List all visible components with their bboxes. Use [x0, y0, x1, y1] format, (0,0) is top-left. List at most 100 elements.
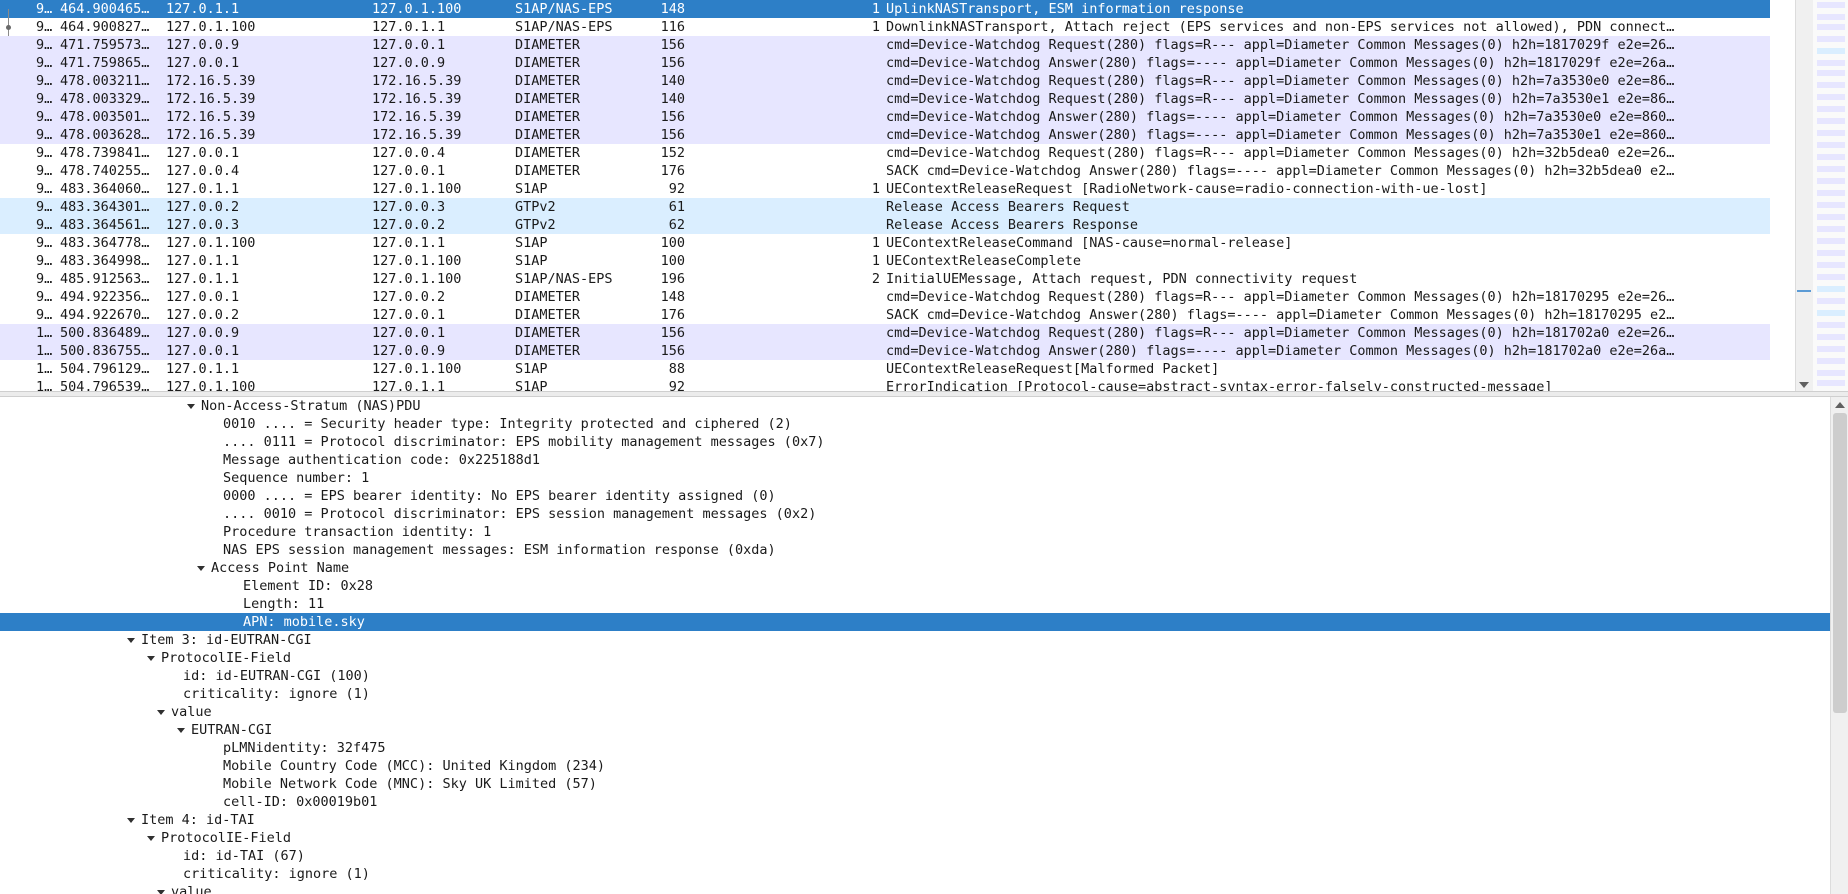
detail-row[interactable]: Access Point Name: [0, 559, 1830, 577]
detail-row[interactable]: id: id-EUTRAN-CGI (100): [0, 667, 1830, 685]
packet-cell-dst: 172.16.5.39: [372, 91, 462, 107]
packet-row[interactable]: 9… 494.922356… 127.0.0.1 127.0.0.2 DIAMETER 1…: [0, 288, 1770, 306]
packet-cell-proto: DIAMETER: [515, 37, 581, 53]
packet-row[interactable]: 9… 483.364778… 127.0.1.100 127.0.1.1 S1AP 100…: [0, 234, 1770, 252]
detail-row[interactable]: NAS EPS session management messages: ESM…: [0, 541, 1830, 559]
detail-row[interactable]: Message authentication code: 0x225188d1: [0, 451, 1830, 469]
packet-cell-no: 9…: [36, 1, 53, 17]
detail-row[interactable]: .... 0010 = Protocol discriminator: EPS …: [0, 505, 1830, 523]
packet-row[interactable]: 9… 483.364060… 127.0.1.1 127.0.1.100 S1AP 92 1…: [0, 180, 1770, 198]
packet-row[interactable]: 9… 483.364561… 127.0.0.3 127.0.0.2 GTPv2 62 Re…: [0, 216, 1770, 234]
packet-cell-no: 9…: [36, 253, 53, 269]
expand-arrow-icon[interactable]: [155, 703, 167, 721]
expand-arrow-icon[interactable]: [145, 829, 157, 847]
detail-field-text: pLMNidentity: 32f475: [223, 740, 386, 756]
detail-row[interactable]: Element ID: 0x28: [0, 577, 1830, 595]
detail-row[interactable]: Non-Access-Stratum (NAS)PDU: [0, 397, 1830, 415]
detail-row[interactable]: Item 4: id-TAI: [0, 811, 1830, 829]
detail-row[interactable]: .... 0111 = Protocol discriminator: EPS …: [0, 433, 1830, 451]
packet-row[interactable]: 9… 485.912563… 127.0.1.1 127.0.1.100 S1AP/NA…: [0, 270, 1770, 288]
packet-row[interactable]: 9… 478.739841… 127.0.0.1 127.0.0.4 DIAMETER 1…: [0, 144, 1770, 162]
packet-row[interactable]: 9… 483.364301… 127.0.0.2 127.0.0.3 GTPv2 61 Re…: [0, 198, 1770, 216]
packet-cell-time: 483.364778…: [60, 235, 150, 251]
detail-field-text: Element ID: 0x28: [243, 578, 374, 594]
packet-row[interactable]: 9… 478.003501… 172.16.5.39 172.16.5.39 DIAME…: [0, 108, 1770, 126]
expand-arrow-icon[interactable]: [175, 721, 187, 739]
packet-cell-src: 172.16.5.39: [166, 91, 256, 107]
packet-cell-src: 127.0.0.2: [166, 307, 240, 323]
expand-arrow-icon[interactable]: [155, 883, 167, 894]
detail-field-text: Access Point Name: [211, 560, 350, 576]
detail-row[interactable]: 0010 .... = Security header type: Integr…: [0, 415, 1830, 433]
scroll-down-arrow-icon[interactable]: [1799, 382, 1809, 388]
packet-cell-info: ErrorIndication [Protocol-cause=abstract…: [886, 379, 1553, 391]
packet-row[interactable]: 1… 500.836755… 127.0.0.1 127.0.0.9 DIAMETER 1…: [0, 342, 1770, 360]
detail-field-text: ProtocolIE-Field: [161, 650, 292, 666]
detail-row[interactable]: value: [0, 703, 1830, 721]
detail-row[interactable]: Sequence number: 1: [0, 469, 1830, 487]
expand-arrow-icon[interactable]: [185, 397, 197, 415]
scroll-up-arrow-icon[interactable]: [1835, 402, 1845, 408]
packet-row[interactable]: 9… 478.003329… 172.16.5.39 172.16.5.39 DIAME…: [0, 90, 1770, 108]
packet-cell-src: 127.0.1.100: [166, 19, 256, 35]
expand-arrow-icon[interactable]: [145, 649, 157, 667]
packet-row[interactable]: 9… 471.759865… 127.0.0.1 127.0.0.9 DIAMETER 1…: [0, 54, 1770, 72]
minimap-mark: [1817, 286, 1845, 292]
packet-cell-no: 9…: [36, 91, 53, 107]
packet-cell-len: 92: [668, 181, 685, 197]
detail-row[interactable]: Mobile Country Code (MCC): United Kingdo…: [0, 757, 1830, 775]
packet-row[interactable]: 9… 478.740255… 127.0.0.4 127.0.0.1 DIAMETER 1…: [0, 162, 1770, 180]
packet-row[interactable]: 1… 504.796129… 127.0.1.1 127.0.1.100 S1AP 88 U…: [0, 360, 1770, 378]
detail-row[interactable]: ProtocolIE-Field: [0, 829, 1830, 847]
detail-row[interactable]: 0000 .... = EPS bearer identity: No EPS …: [0, 487, 1830, 505]
expand-arrow-icon[interactable]: [125, 631, 137, 649]
detail-field-text: Item 4: id-TAI: [141, 812, 255, 828]
packet-row[interactable]: 9… 478.003211… 172.16.5.39 172.16.5.39 DIAME…: [0, 72, 1770, 90]
packet-cell-info: cmd=Device-Watchdog Request(280) flags=R…: [886, 37, 1675, 53]
packet-cell-no: 9…: [36, 73, 53, 89]
packet-list-minimap[interactable]: [1813, 0, 1848, 391]
packet-list-scrollbar[interactable]: [1795, 0, 1813, 391]
packet-cell-dst: 127.0.1.1: [372, 19, 446, 35]
detail-row[interactable]: cell-ID: 0x00019b01: [0, 793, 1830, 811]
packet-details-pane[interactable]: Non-Access-Stratum (NAS)PDU 0010 .... = S…: [0, 397, 1848, 894]
detail-row[interactable]: criticality: ignore (1): [0, 685, 1830, 703]
packet-cell-dst: 127.0.0.2: [372, 217, 446, 233]
packet-list-pane[interactable]: 9… 464.900465… 127.0.1.1 127.0.1.100 S1AP/NA…: [0, 0, 1848, 391]
packet-details-scroll-thumb[interactable]: [1833, 413, 1847, 713]
detail-row[interactable]: Procedure transaction identity: 1: [0, 523, 1830, 541]
packet-cell-dst: 127.0.1.100: [372, 361, 462, 377]
packet-cell-len: 148: [660, 1, 685, 17]
packet-row[interactable]: 9… 464.900827… 127.0.1.100 127.0.1.1 S1AP/NA…: [0, 18, 1770, 36]
packet-cell-dst: 127.0.0.2: [372, 289, 446, 305]
detail-row[interactable]: Mobile Network Code (MNC): Sky UK Limite…: [0, 775, 1830, 793]
minimap-mark: [1817, 298, 1845, 304]
packet-cell-len: 100: [660, 235, 685, 251]
minimap-mark: [1817, 94, 1845, 100]
packet-row[interactable]: 9… 471.759573… 127.0.0.9 127.0.0.1 DIAMETER 1…: [0, 36, 1770, 54]
packet-row[interactable]: 1… 500.836489… 127.0.0.9 127.0.0.1 DIAMETER 1…: [0, 324, 1770, 342]
packet-cell-no: 9…: [36, 271, 53, 287]
packet-cell-proto: DIAMETER: [515, 109, 581, 125]
packet-cell-info: cmd=Device-Watchdog Request(280) flags=R…: [886, 73, 1675, 89]
detail-row-selected[interactable]: APN: mobile.sky: [0, 613, 1830, 631]
packet-row[interactable]: 9… 483.364998… 127.0.1.1 127.0.1.100 S1AP 100…: [0, 252, 1770, 270]
detail-row[interactable]: pLMNidentity: 32f475: [0, 739, 1830, 757]
packet-row[interactable]: 1… 504.796539… 127.0.1.100 127.0.1.1 S1AP 92 E…: [0, 378, 1770, 391]
detail-row[interactable]: id: id-TAI (67): [0, 847, 1830, 865]
detail-row[interactable]: value: [0, 883, 1830, 894]
detail-row[interactable]: Item 3: id-EUTRAN-CGI: [0, 631, 1830, 649]
packet-row-selected[interactable]: 9… 464.900465… 127.0.1.1 127.0.1.100 S1AP/NA…: [0, 0, 1770, 18]
detail-row[interactable]: Length: 11: [0, 595, 1830, 613]
detail-row[interactable]: criticality: ignore (1): [0, 865, 1830, 883]
expand-arrow-icon[interactable]: [125, 811, 137, 829]
packet-details-scrollbar[interactable]: [1830, 397, 1848, 894]
detail-row[interactable]: EUTRAN-CGI: [0, 721, 1830, 739]
packet-cell-info: UplinkNASTransport, ESM information resp…: [886, 1, 1244, 17]
detail-field-text: .... 0010 = Protocol discriminator: EPS …: [223, 506, 817, 522]
packet-row[interactable]: 9… 494.922670… 127.0.0.2 127.0.0.1 DIAMETER 1…: [0, 306, 1770, 324]
packet-list-scroll-thumb[interactable]: [1797, 290, 1811, 292]
expand-arrow-icon[interactable]: [195, 559, 207, 577]
detail-row[interactable]: ProtocolIE-Field: [0, 649, 1830, 667]
packet-row[interactable]: 9… 478.003628… 172.16.5.39 172.16.5.39 DIAME…: [0, 126, 1770, 144]
